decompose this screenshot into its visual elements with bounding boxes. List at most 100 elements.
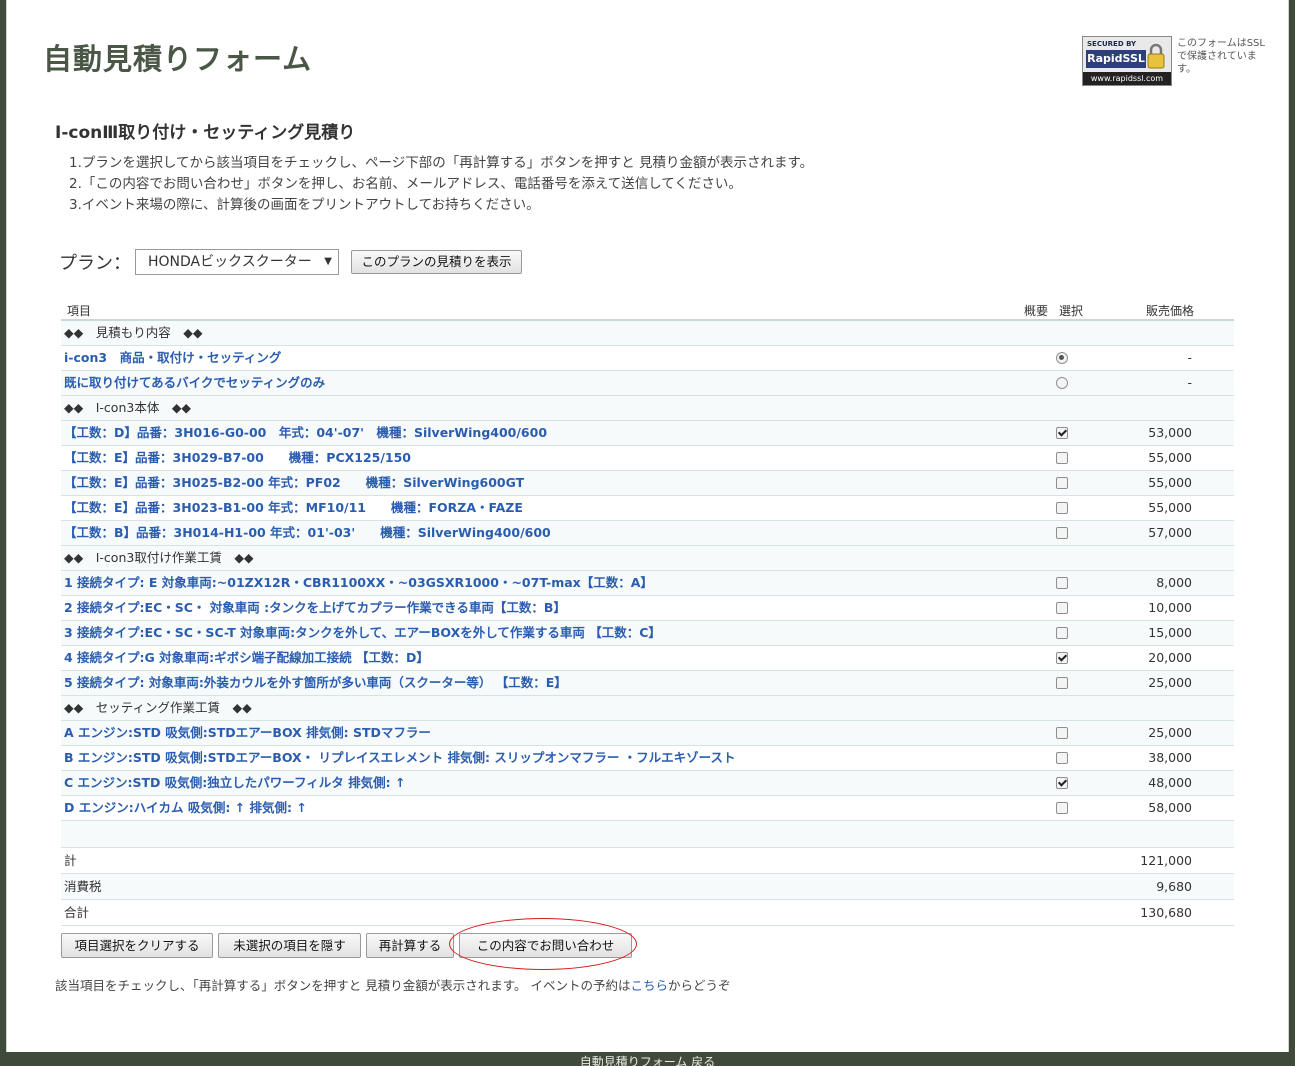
item-checkbox[interactable] bbox=[1056, 427, 1068, 439]
header-summary: 概要 bbox=[1024, 304, 1049, 318]
item-label: 3 接続タイプ:EC・SC・SC-T 対象車両:タンクを外して、エアーBOXを外… bbox=[64, 625, 661, 640]
table-row[interactable]: 1 接続タイプ: E 対象車両:~01ZX12R・CBR1100XX・~03GS… bbox=[61, 571, 1234, 596]
item-price: 25,000 bbox=[1148, 725, 1192, 740]
item-price: 55,000 bbox=[1148, 450, 1192, 465]
page-title: 自動見積りフォーム bbox=[43, 42, 313, 76]
item-label: 【工数：B】品番：3H014-H1-00 年式：01'-03' 機種：Silve… bbox=[64, 525, 551, 540]
table-row[interactable]: i-con3 商品・取付け・セッティング - bbox=[61, 346, 1234, 371]
clear-selection-button[interactable]: 項目選択をクリアする bbox=[61, 933, 213, 958]
table-totals: 計 121,000 消費税 9,680 合計 130,680 bbox=[61, 848, 1234, 926]
item-label: 【工数：E】品番：3H025-B2-00 年式：PF02 機種：SilverWi… bbox=[64, 475, 525, 490]
item-price: 8,000 bbox=[1156, 575, 1192, 590]
reservation-link[interactable]: こちら bbox=[630, 978, 668, 993]
ssl-badge[interactable]: SECURED BY RapidSSL www.rapidssl.com bbox=[1082, 36, 1172, 86]
item-price: 38,000 bbox=[1148, 750, 1192, 765]
item-price: 55,000 bbox=[1148, 475, 1192, 490]
table-row[interactable]: 3 接続タイプ:EC・SC・SC-T 対象車両:タンクを外して、エアーBOXを外… bbox=[61, 621, 1234, 646]
item-price: 58,000 bbox=[1148, 800, 1192, 815]
section-title: I-conⅢ取り付け・セッティング見積り bbox=[55, 123, 356, 143]
total-label: 合計 bbox=[64, 905, 90, 920]
item-price: - bbox=[1187, 350, 1192, 365]
total-row: 消費税 9,680 bbox=[61, 874, 1234, 900]
page: 自動見積りフォーム SECURED BY RapidSSL www.rapids… bbox=[6, 0, 1289, 1052]
plan-row: プラン： HONDAビックスクーター ▼ このプランの見積りを表示 bbox=[59, 248, 522, 276]
table-row[interactable]: C エンジン:STD 吸気側:独立したパワーフィルタ 排気側: ↑ 48,000 bbox=[61, 771, 1234, 796]
item-price: 20,000 bbox=[1148, 650, 1192, 665]
item-checkbox[interactable] bbox=[1056, 677, 1068, 689]
item-price: - bbox=[1187, 375, 1192, 390]
table-row[interactable]: 【工数：D】品番：3H016-G0-00 年式：04'-07' 機種：Silve… bbox=[61, 421, 1234, 446]
item-label: 4 接続タイプ:G 対象車両:ギボシ端子配線加工接続 【工数：D】 bbox=[64, 650, 429, 665]
instruction-1: 1.プランを選択してから該当項目をチェックし、ページ下部の「再計算する」ボタンを… bbox=[69, 155, 814, 171]
item-checkbox[interactable] bbox=[1056, 727, 1068, 739]
footnote-text: 該当項目をチェックし、「再計算する」ボタンを押すと 見積り金額が表示されます。 … bbox=[55, 978, 631, 993]
table-row[interactable]: B エンジン:STD 吸気側:STDエアーBOX・ リプレイスエレメント 排気側… bbox=[61, 746, 1234, 771]
instructions: 1.プランを選択してから該当項目をチェックし、ページ下部の「再計算する」ボタンを… bbox=[69, 153, 813, 216]
instruction-2: 2.「この内容でお問い合わせ」ボタンを押し、お名前、メールアドレス、電話番号を添… bbox=[69, 176, 742, 192]
item-checkbox[interactable] bbox=[1056, 477, 1068, 489]
item-checkbox[interactable] bbox=[1056, 802, 1068, 814]
total-label: 計 bbox=[64, 853, 77, 868]
table-row[interactable]: 4 接続タイプ:G 対象車両:ギボシ端子配線加工接続 【工数：D】 20,000 bbox=[61, 646, 1234, 671]
item-label: 1 接続タイプ: E 対象車両:~01ZX12R・CBR1100XX・~03GS… bbox=[64, 575, 653, 590]
item-radio[interactable] bbox=[1056, 352, 1068, 364]
ssl-url: www.rapidssl.com bbox=[1083, 72, 1171, 85]
item-checkbox[interactable] bbox=[1056, 502, 1068, 514]
table-row[interactable]: 5 接続タイプ: 対象車両:外装カウルを外す箇所が多い車両（スクーター等） 【工… bbox=[61, 671, 1234, 696]
item-checkbox[interactable] bbox=[1056, 602, 1068, 614]
item-radio[interactable] bbox=[1056, 377, 1068, 389]
table-body: ◆◆ 見積もり内容 ◆◆ i-con3 商品・取付け・セッティング - 既に取り付けて… bbox=[61, 321, 1234, 821]
plan-select[interactable]: HONDAビックスクーター ▼ bbox=[135, 249, 339, 275]
footer-bar: 自動見積りフォーム 戻る bbox=[0, 1052, 1295, 1066]
table-row[interactable]: 既に取り付けてあるバイクでセッティングのみ - bbox=[61, 371, 1234, 396]
table-row[interactable]: 【工数：B】品番：3H014-H1-00 年式：01'-03' 機種：Silve… bbox=[61, 521, 1234, 546]
item-label: 【工数：E】品番：3H023-B1-00 年式：MF10/11 機種：FORZA… bbox=[64, 500, 523, 515]
group-row: ◆◆ I-con3本体 ◆◆ bbox=[61, 396, 1234, 421]
table-row[interactable]: 2 接続タイプ:EC・SC・ 対象車両 :タンクを上げてカプラー作業できる車両【… bbox=[61, 596, 1234, 621]
ssl-secured-by: SECURED BY bbox=[1087, 40, 1137, 48]
item-checkbox[interactable] bbox=[1056, 752, 1068, 764]
action-buttons: 項目選択をクリアする 未選択の項目を隠す 再計算する この内容でお問い合わせ bbox=[61, 933, 632, 958]
table-row[interactable]: 【工数：E】品番：3H025-B2-00 年式：PF02 機種：SilverWi… bbox=[61, 471, 1234, 496]
item-checkbox[interactable] bbox=[1056, 652, 1068, 664]
table-spacer bbox=[61, 821, 1234, 848]
table-row[interactable]: 【工数：E】品番：3H023-B1-00 年式：MF10/11 機種：FORZA… bbox=[61, 496, 1234, 521]
item-price: 55,000 bbox=[1148, 500, 1192, 515]
table-header: 項目 概要 選択 販売価格 bbox=[61, 300, 1234, 321]
footnote: 該当項目をチェックし、「再計算する」ボタンを押すと 見積り金額が表示されます。 … bbox=[55, 975, 730, 994]
table-row[interactable]: 【工数：E】品番：3H029-B7-00 機種：PCX125/150 55,000 bbox=[61, 446, 1234, 471]
total-value: 130,680 bbox=[1140, 905, 1192, 920]
header-item: 項目 bbox=[67, 304, 92, 318]
item-label: 既に取り付けてあるバイクでセッティングのみ bbox=[64, 375, 326, 390]
item-price: 53,000 bbox=[1148, 425, 1192, 440]
item-checkbox[interactable] bbox=[1056, 577, 1068, 589]
ssl-note: このフォームはSSLで保護されています。 bbox=[1177, 38, 1265, 75]
footnote-suffix: からどうぞ bbox=[667, 978, 731, 993]
item-price: 25,000 bbox=[1148, 675, 1192, 690]
table-row[interactable]: A エンジン:STD 吸気側:STDエアーBOX 排気側: STDマフラー 25,… bbox=[61, 721, 1234, 746]
item-label: B エンジン:STD 吸気側:STDエアーBOX・ リプレイスエレメント 排気側… bbox=[64, 750, 736, 765]
recalculate-button[interactable]: 再計算する bbox=[366, 933, 454, 958]
lock-icon bbox=[1147, 43, 1165, 69]
show-plan-button[interactable]: このプランの見積りを表示 bbox=[351, 250, 522, 274]
hide-unselected-button[interactable]: 未選択の項目を隠す bbox=[218, 933, 361, 958]
item-checkbox[interactable] bbox=[1056, 627, 1068, 639]
item-price: 57,000 bbox=[1148, 525, 1192, 540]
ssl-brand: RapidSSL bbox=[1086, 50, 1146, 68]
header-select: 選択 bbox=[1059, 304, 1084, 318]
group-label: ◆◆ セッティング作業工賃 ◆◆ bbox=[64, 700, 252, 715]
item-label: i-con3 商品・取付け・セッティング bbox=[64, 350, 282, 365]
group-label: ◆◆ 見積もり内容 ◆◆ bbox=[64, 325, 203, 340]
table-row[interactable]: D エンジン:ハイカム 吸気側: ↑ 排気側: ↑ 58,000 bbox=[61, 796, 1234, 821]
inquire-button[interactable]: この内容でお問い合わせ bbox=[459, 933, 632, 958]
plan-label: プラン： bbox=[59, 253, 131, 274]
item-checkbox[interactable] bbox=[1056, 527, 1068, 539]
item-label: 【工数：D】品番：3H016-G0-00 年式：04'-07' 機種：Silve… bbox=[64, 425, 548, 440]
item-checkbox[interactable] bbox=[1056, 777, 1068, 789]
footer-text[interactable]: 自動見積りフォーム 戻る bbox=[580, 1055, 715, 1066]
total-row: 合計 130,680 bbox=[61, 900, 1234, 926]
item-checkbox[interactable] bbox=[1056, 452, 1068, 464]
estimate-table: 項目 概要 選択 販売価格 ◆◆ 見積もり内容 ◆◆ i-con3 商品・取付け・… bbox=[61, 300, 1234, 926]
item-price: 15,000 bbox=[1148, 625, 1192, 640]
total-row: 計 121,000 bbox=[61, 848, 1234, 874]
